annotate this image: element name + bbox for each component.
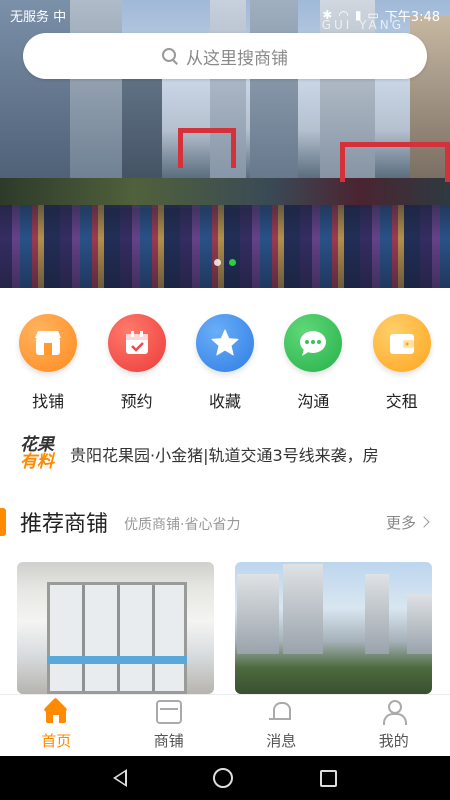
shop-card-stripe [47,656,187,664]
signal-icon: ▮ [354,8,362,22]
quick-nav-label: 交租 [385,392,418,411]
shop-icon [155,700,182,724]
tab-home[interactable]: 首页 [0,695,113,756]
search-icon [162,48,178,64]
user-icon [381,700,407,725]
section-title: 推荐商铺 [20,512,109,537]
shop-card-image [283,564,323,654]
tab-label: 首页 [41,732,72,750]
back-icon[interactable] [113,769,128,787]
news-headline[interactable]: 贵阳花果园·小金猪|轨道交通3号线来袭，房 [70,442,426,466]
bottom-tab-bar: 首页 商铺 消息 我的 [0,694,450,756]
recommend-section-header: 推荐商铺 优质商铺·省心省力 更多 [0,502,450,542]
carousel-dot-active[interactable] [229,259,236,266]
quick-nav-appointment[interactable]: 预约 [97,314,177,412]
home-icon [43,700,69,724]
calendar-icon [107,314,166,372]
shop-card[interactable] [235,562,432,694]
quick-nav-label: 找铺 [32,392,65,411]
shop-card-image [407,594,432,654]
banner-water-reflection [0,205,450,288]
recent-apps-icon[interactable] [319,769,337,787]
tab-label: 我的 [378,732,409,750]
quick-nav-label: 沟通 [297,392,330,411]
quick-nav-pay-rent[interactable]: 交租 [362,314,442,412]
tab-profile[interactable]: 我的 [338,695,450,756]
carousel-indicator [0,259,450,266]
system-nav-bar [0,756,450,800]
section-subtitle: 优质商铺·省心省力 [124,517,241,533]
chat-icon [284,314,343,372]
banner-building [210,0,246,205]
quick-nav-chat[interactable]: 沟通 [273,314,353,412]
shop-card-image [237,574,279,654]
banner-building [250,0,298,205]
search-placeholder: 从这里搜商铺 [186,48,288,69]
quick-nav-find-shop[interactable]: 找铺 [8,314,88,412]
shop-card-image [47,582,187,694]
shop-card-image [365,574,389,654]
tab-label: 商铺 [153,732,184,750]
quick-nav-favorites[interactable]: 收藏 [185,314,265,412]
store-icon [19,314,78,372]
tab-shops[interactable]: 商铺 [113,695,226,756]
banner-plaza [0,178,450,208]
news-logo-line2: 有料 [20,452,54,472]
clock-text: 下午3:48 [384,9,440,25]
banner-building [0,0,70,205]
news-ticker[interactable]: 花果 有料 贵阳花果园·小金猪|轨道交通3号线来袭，房 [20,432,430,476]
search-bar[interactable]: 从这里搜商铺 [23,33,427,79]
more-label: 更多 [385,513,416,532]
quick-nav-label: 预约 [120,392,153,411]
banner-red-frame [340,142,450,182]
star-icon [195,314,254,372]
more-link[interactable]: 更多 [385,512,430,533]
bluetooth-icon: ✱ [322,8,333,22]
quick-nav: 找铺 预约 收藏 沟通 交租 [0,314,450,412]
banner-building [70,0,122,205]
banner-red-frame [178,128,236,168]
quick-nav-label: 收藏 [208,392,241,411]
home-button-icon[interactable] [213,768,234,788]
section-accent-bar [0,508,6,536]
tab-messages[interactable]: 消息 [225,695,338,756]
carrier-text: 无服务 中 [10,9,67,25]
status-bar: 无服务 中 ✱ ◠ ▮ ▭ 下午3:48 [0,0,450,30]
wallet-icon [372,314,431,372]
bell-icon [268,700,294,724]
battery-icon: ▭ [367,8,379,22]
chevron-right-icon [418,516,430,528]
wifi-icon: ◠ [338,8,349,22]
tab-label: 消息 [266,732,297,750]
news-logo: 花果 有料 [20,437,64,471]
carousel-dot[interactable] [214,259,221,266]
shop-card[interactable] [17,562,214,694]
